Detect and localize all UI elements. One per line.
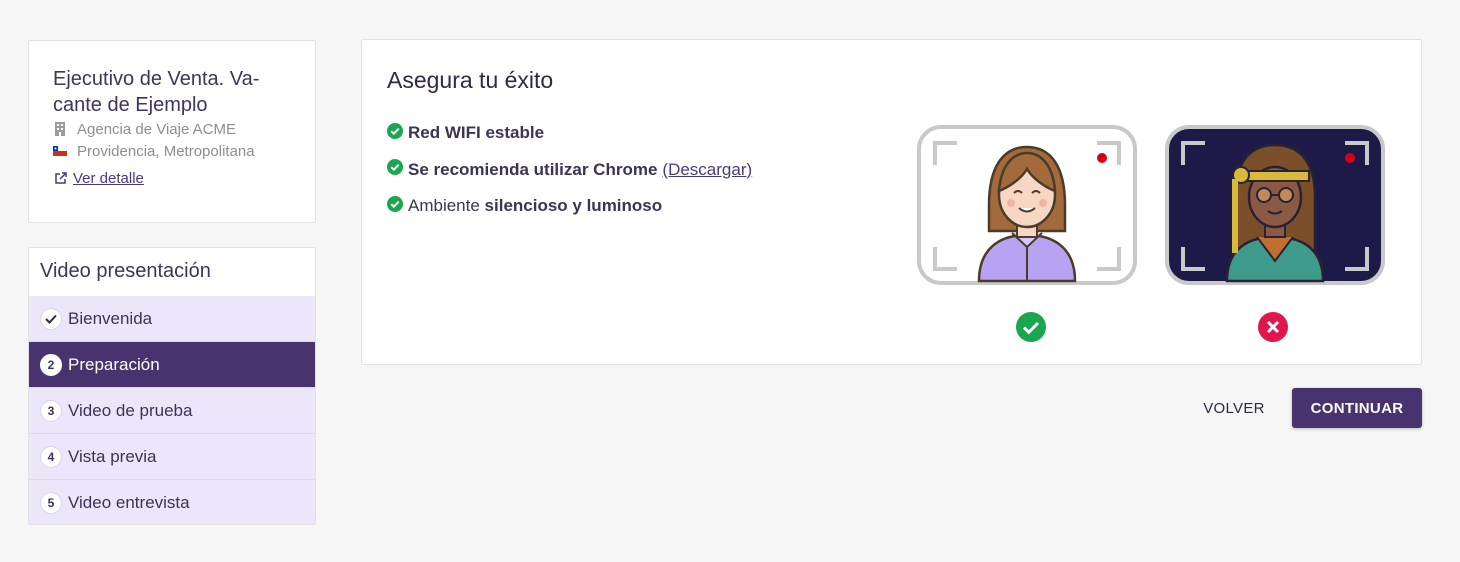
x-circle-icon [1258,312,1288,342]
step-video-entrevista[interactable]: 5 Video entrevista [29,480,315,524]
tips-list: Red WIFI estable Se recomienda utilizar … [387,122,752,232]
location-name: Providencia, Metropolitana [77,142,255,160]
location-row: Providencia, Metropolitana [53,140,291,162]
job-card: Ejecutivo de Venta. Va-cante de Ejemplo … [28,40,316,223]
check-circle-icon [387,159,403,180]
view-detail-link[interactable]: Ver detalle [53,170,291,187]
building-icon [53,122,67,136]
step-label: Preparación [68,354,160,374]
step-number: 4 [40,445,62,468]
download-chrome-link[interactable]: (Descargar) [662,160,752,180]
company-name: Agencia de Viaje ACME [77,120,236,138]
tip-chrome: Se recomienda utilizar Chrome (Descargar… [387,159,752,181]
check-circle-icon [387,122,403,144]
check-icon [40,307,62,330]
step-label: Vista previa [68,446,157,466]
step-number: 3 [40,399,62,422]
tip-text: Red WIFI estable [408,123,545,142]
step-number: 2 [40,353,62,376]
external-link-icon [53,172,67,186]
step-video-de-prueba[interactable]: 3 Video de prueba [29,388,315,434]
step-preparacion[interactable]: 2 Preparación [29,342,315,388]
step-bienvenida[interactable]: Bienvenida [29,296,315,342]
tip-wifi: Red WIFI estable [387,122,752,144]
tip-text: silencioso y luminoso [484,196,663,215]
bad-lighting-illustration [1165,125,1385,285]
view-detail-label: Ver detalle [73,170,144,187]
step-label: Bienvenida [68,308,153,328]
step-number: 5 [40,492,62,514]
steps-title: Video presentación [40,260,211,282]
steps-panel: Video presentación Bienvenida 2 Preparac… [28,247,316,525]
tip-text-plain: Ambiente [408,196,485,215]
chile-flag-icon [53,144,67,158]
step-label: Video entrevista [68,493,190,512]
tip-environment: Ambiente silencioso y luminoso [387,195,752,217]
check-circle-icon [387,195,403,217]
preparation-card: Asegura tu éxito Red WIFI estable Se rec… [361,39,1422,365]
company-row: Agencia de Viaje ACME [53,118,291,140]
step-label: Video de prueba [68,400,193,420]
good-lighting-illustration [917,125,1137,285]
step-vista-previa[interactable]: 4 Vista previa [29,434,315,480]
check-circle-icon [1016,312,1046,342]
page-title: Asegura tu éxito [387,67,554,93]
continue-button[interactable]: CONTINUAR [1292,388,1422,428]
tip-text: Se recomienda utilizar Chrome [408,159,658,179]
back-button[interactable]: VOLVER [1190,388,1278,428]
job-title: Ejecutivo de Venta. Va-cante de Ejemplo [53,68,260,116]
